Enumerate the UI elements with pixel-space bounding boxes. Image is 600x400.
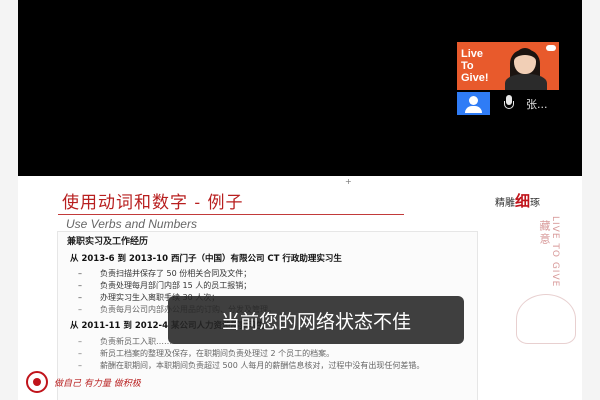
speaker-video-thumbnail[interactable]: Live To Give!	[457, 42, 559, 90]
list-item: – 负责处理每月部门内部 15 人的员工报销；	[78, 281, 252, 290]
decorative-slogan: LIVE TO GIVE	[550, 216, 560, 288]
lotus-decoration-icon	[516, 294, 576, 344]
list-item: – 负责扫描并保存了 50 份相关合同及文件；	[78, 269, 252, 278]
slide-title: 使用动词和数字 - 例子	[62, 193, 244, 213]
job-entry-1: 从 2013-6 到 2013-10 西门子（中国）有限公司 CT 行政助理实习…	[70, 254, 342, 264]
list-item: – 负责新员工入职……	[78, 337, 172, 346]
section-heading: 兼职实习及工作经历	[67, 237, 149, 247]
video-logo-icon	[546, 45, 556, 51]
slide-subtitle: Use Verbs and Numbers	[66, 217, 197, 231]
title-divider	[58, 214, 404, 215]
seal-logo-icon	[26, 371, 48, 393]
speaker-figure	[505, 46, 547, 90]
shared-slide: + 使用动词和数字 - 例子 Use Verbs and Numbers 精雕细…	[18, 176, 582, 400]
list-item: – 薪酬在职期间，本职期间负责超过 500 人每月的薪酬信息核对，过程中没有出现任…	[78, 361, 425, 370]
left-margin	[0, 0, 18, 400]
right-margin	[582, 0, 600, 400]
video-banner-text: Live To Give!	[461, 48, 489, 84]
brand-logo: 精雕细琢	[495, 192, 541, 210]
network-warning-toast: 当前您的网络状态不佳	[168, 296, 464, 344]
footer-slogan: 做自己 有力量 做积极	[54, 379, 141, 389]
meeting-stage: Live To Give! 张... + 使用动词和数字 - 例子 Use Ve…	[18, 0, 582, 400]
list-item: – 新员工档案的整理及保存，在职期间负责处理过 2 个员工的档案。	[78, 349, 335, 358]
participant-name: 张...	[526, 98, 548, 111]
participant-avatar-icon[interactable]	[457, 92, 490, 115]
slide-marker: +	[345, 177, 352, 186]
microphone-icon[interactable]	[502, 95, 516, 113]
